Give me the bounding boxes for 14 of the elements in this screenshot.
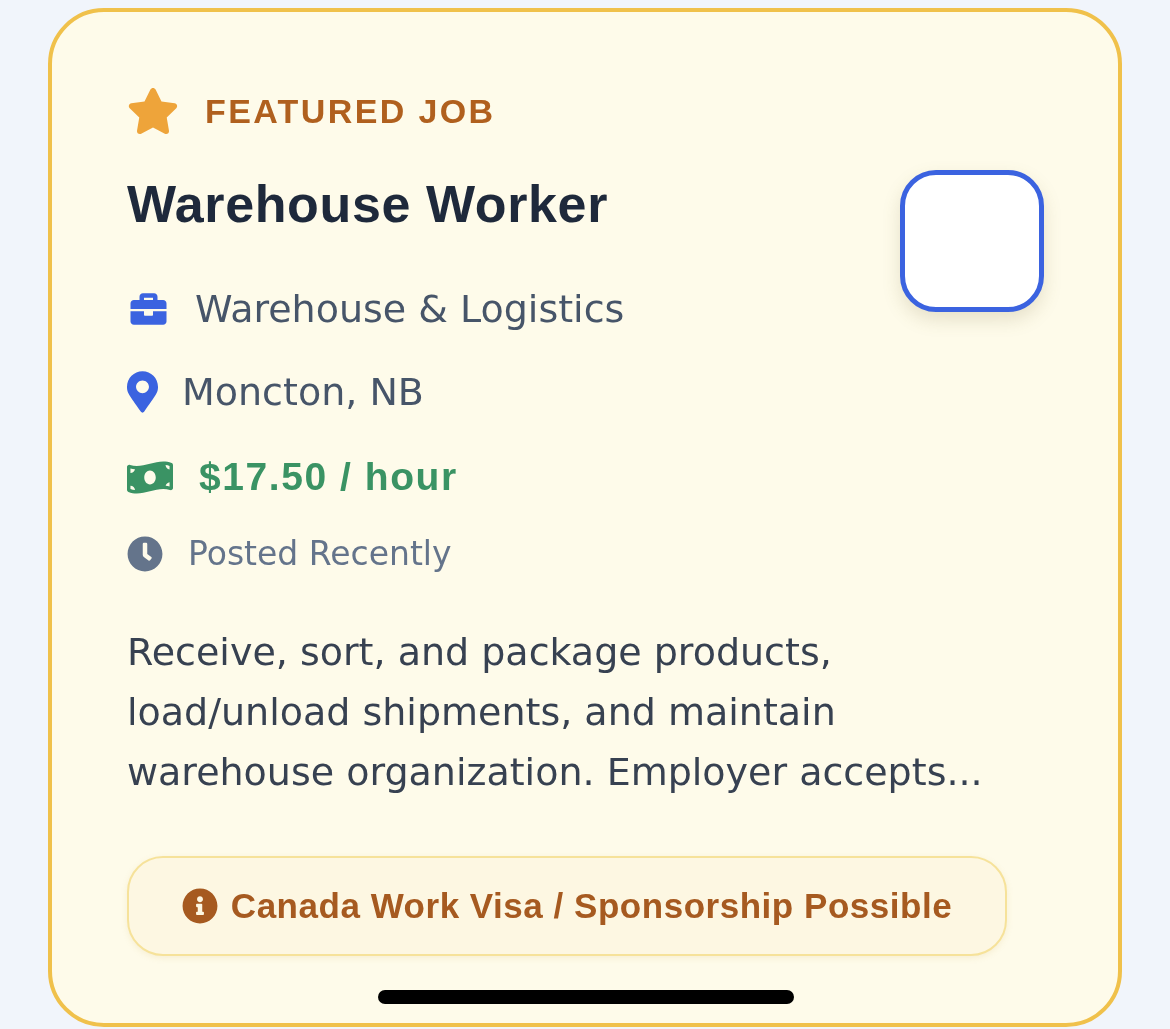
job-title: Warehouse Worker: [127, 174, 609, 234]
job-location: Moncton, NB: [182, 369, 424, 415]
clock-icon: [127, 536, 163, 572]
job-salary: $17.50 / hour: [199, 454, 458, 500]
job-category: Warehouse & Logistics: [195, 286, 625, 332]
featured-label: FEATURED JOB: [205, 91, 496, 131]
posted-date: Posted Recently: [188, 533, 452, 575]
visa-badge-text: Canada Work Visa / Sponsorship Possible: [230, 886, 953, 926]
map-pin-icon: [127, 371, 158, 413]
job-card[interactable]: [48, 8, 1122, 1027]
star-icon: [127, 87, 179, 135]
info-icon: [181, 888, 218, 924]
job-description: Receive, sort, and package products, load/unload shipments, and maintain warehouse organization. Employer accepts...: [127, 629, 984, 796]
money-bill-icon: [127, 458, 173, 496]
